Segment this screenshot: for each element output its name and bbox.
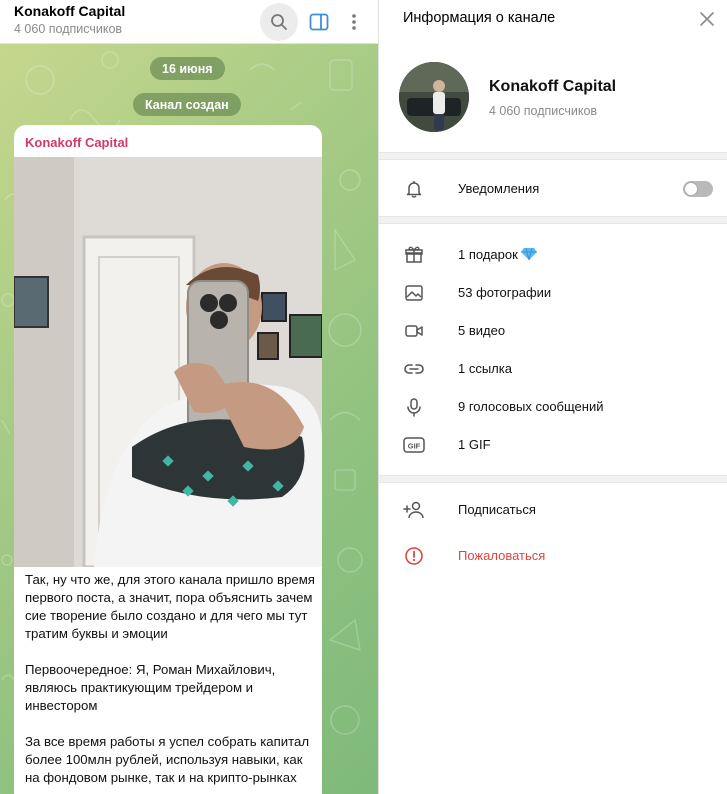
media-item-gifs[interactable]: GIF 1 GIF xyxy=(379,427,727,463)
mirror-selfie-image xyxy=(14,157,322,567)
photo-icon xyxy=(403,282,425,304)
media-item-label: 5 видео xyxy=(458,323,506,338)
service-message: Канал создан xyxy=(133,93,241,116)
channel-info-panel: Информация о канале Konakoff Capital 4 0… xyxy=(378,0,727,794)
search-icon xyxy=(271,14,287,30)
chat-subscribers: 4 060 подписчиков xyxy=(14,22,123,36)
link-icon xyxy=(403,358,425,380)
media-item-label: 53 фотографии xyxy=(458,285,552,300)
mic-icon xyxy=(403,396,425,418)
chat-pane: Konakoff Capital 4 060 подписчиков 16 ию… xyxy=(0,0,378,794)
channel-avatar[interactable] xyxy=(399,62,469,132)
add-user-icon xyxy=(403,499,425,521)
gif-icon: GIF xyxy=(403,434,425,456)
channel-post[interactable]: Konakoff Capital Так, ну что же, для это… xyxy=(14,125,322,794)
sidebar-panel-icon xyxy=(309,13,329,31)
media-item-label: 9 голосовых сообщений xyxy=(458,399,604,414)
post-author[interactable]: Konakoff Capital xyxy=(25,135,128,150)
report-icon xyxy=(403,545,425,567)
media-item-photos[interactable]: 53 фотографии xyxy=(379,275,727,311)
svg-text:GIF: GIF xyxy=(408,442,421,451)
search-button[interactable] xyxy=(260,3,298,41)
media-item-label: 1 подарок xyxy=(458,247,537,262)
section-divider xyxy=(379,152,727,160)
video-icon xyxy=(403,320,425,342)
channel-name: Konakoff Capital xyxy=(489,78,617,95)
section-divider xyxy=(379,216,727,224)
subscribe-button[interactable]: Подписаться xyxy=(379,492,727,528)
channel-subscribers: 4 060 подписчиков xyxy=(489,104,598,118)
media-item-voice[interactable]: 9 голосовых сообщений xyxy=(379,389,727,425)
notifications-toggle[interactable] xyxy=(683,181,713,197)
post-paragraph: Первоочередное: Я, Роман Михайлович, явл… xyxy=(25,662,276,713)
subscribe-label: Подписаться xyxy=(458,502,536,517)
section-divider xyxy=(379,475,727,483)
close-button[interactable] xyxy=(697,9,717,29)
gifts-count-label: 1 подарок xyxy=(458,247,518,262)
media-item-label: 1 ссылка xyxy=(458,361,512,376)
avatar-photo xyxy=(399,62,469,132)
chat-header: Konakoff Capital 4 060 подписчиков xyxy=(0,0,378,44)
chat-title[interactable]: Konakoff Capital xyxy=(14,3,125,19)
more-options-button[interactable] xyxy=(336,3,372,41)
post-paragraph: За все время работы я успел собрать капи… xyxy=(25,734,310,785)
toggle-info-panel-button[interactable] xyxy=(300,3,338,41)
report-label: Пожаловаться xyxy=(458,548,546,563)
diamond-icon xyxy=(520,247,537,261)
date-separator: 16 июня xyxy=(150,57,225,80)
post-text: Так, ну что же, для этого канала пришло … xyxy=(25,571,317,794)
more-vertical-icon xyxy=(352,14,356,30)
panel-title: Информация о канале xyxy=(403,10,556,26)
post-photo[interactable] xyxy=(14,157,322,567)
report-button[interactable]: Пожаловаться xyxy=(379,538,727,574)
media-item-gifts[interactable]: 1 подарок xyxy=(379,237,727,273)
close-icon xyxy=(700,12,714,26)
toggle-knob xyxy=(685,183,697,195)
media-item-links[interactable]: 1 ссылка xyxy=(379,351,727,387)
post-paragraph: Так, ну что же, для этого канала пришло … xyxy=(25,572,315,641)
bell-icon xyxy=(403,178,425,200)
notifications-row[interactable]: Уведомления xyxy=(379,171,727,207)
media-item-label: 1 GIF xyxy=(458,437,491,452)
notifications-label: Уведомления xyxy=(458,181,540,196)
media-item-videos[interactable]: 5 видео xyxy=(379,313,727,349)
gift-icon xyxy=(403,244,425,266)
